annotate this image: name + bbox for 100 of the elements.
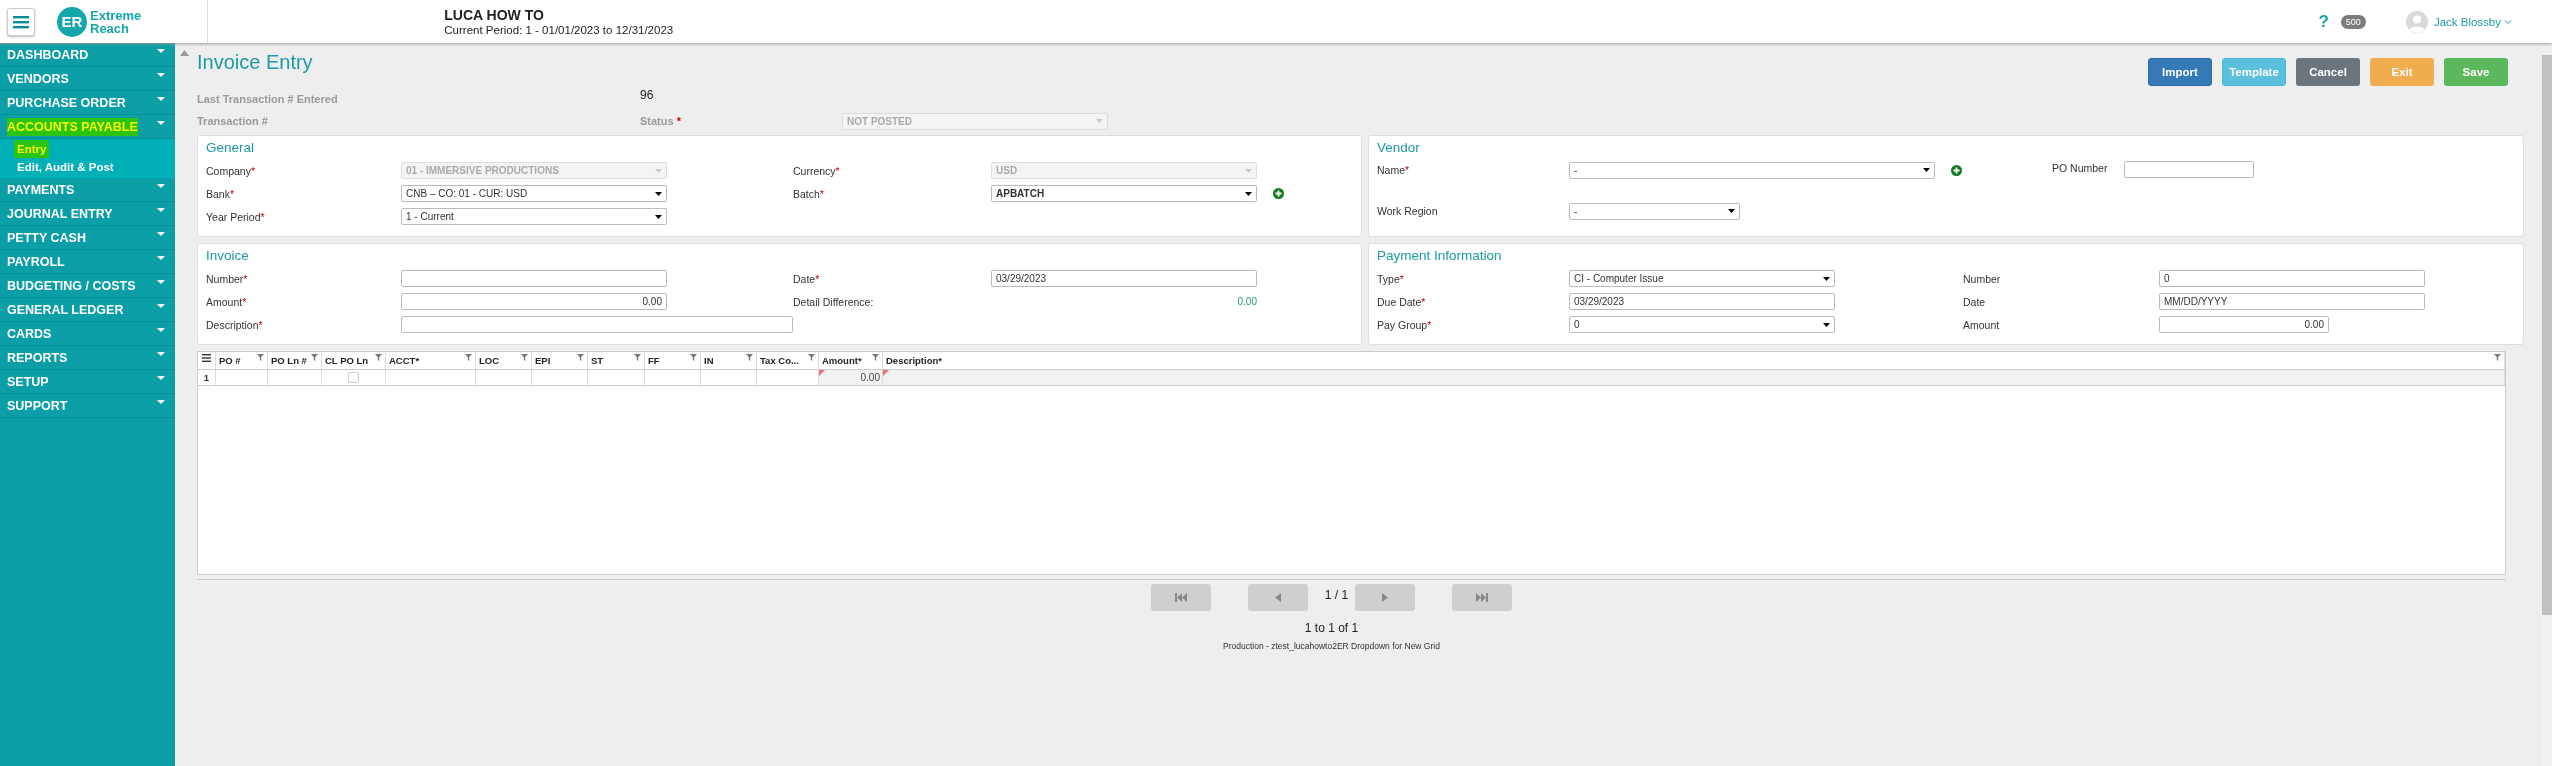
input-field[interactable]: 0.00 <box>2159 316 2329 333</box>
sidebar-item[interactable]: JOURNAL ENTRY <box>7 204 113 223</box>
column-header[interactable]: Amount* <box>819 352 883 369</box>
caret-icon <box>157 97 165 102</box>
column-header[interactable]: EPI <box>532 352 588 369</box>
sidebar-item[interactable]: SUPPORT <box>7 396 68 415</box>
filter-icon <box>690 354 697 361</box>
table-cell[interactable] <box>883 370 2505 385</box>
field-label: Transaction # <box>197 115 269 127</box>
column-header[interactable]: ST <box>588 352 645 369</box>
add-icon[interactable] <box>1273 188 1284 199</box>
menu-button[interactable] <box>7 7 35 36</box>
input-field[interactable] <box>2124 161 2254 178</box>
record-summary: 1 to 1 of 1 <box>1303 621 1360 635</box>
caret-icon <box>157 121 165 126</box>
sidebar-item[interactable]: PETTY CASH <box>7 228 86 247</box>
field-label: Date <box>1963 295 1987 308</box>
first-page-icon <box>1174 593 1187 602</box>
caret-icon <box>157 49 165 54</box>
caret-icon <box>157 328 165 333</box>
caret-icon <box>157 73 165 78</box>
action-button[interactable]: Cancel <box>2296 58 2360 86</box>
column-header[interactable]: PO # <box>216 352 268 369</box>
panel-title: Payment Information <box>1377 248 1503 263</box>
filter-icon <box>872 354 879 361</box>
sidebar-item[interactable]: DASHBOARD <box>7 45 89 64</box>
caret-icon <box>655 214 662 219</box>
filter-icon <box>311 354 318 361</box>
caret-icon <box>157 400 165 405</box>
caret-icon <box>1923 168 1930 172</box>
caret-icon <box>1823 276 1830 281</box>
sidebar-item[interactable]: PURCHASE ORDER <box>7 93 126 112</box>
column-header[interactable]: ACCT* <box>386 352 476 369</box>
input-field[interactable] <box>401 316 793 333</box>
input-field[interactable]: 03/29/2023 <box>1569 293 1835 310</box>
select-field[interactable]: 0 <box>1569 316 1835 333</box>
select-field[interactable]: CNB – CO: 01 - CUR: USD <box>401 185 667 202</box>
field-label: Date* <box>793 272 821 285</box>
input-field[interactable]: 0.00 <box>401 293 667 310</box>
filter-icon <box>521 354 528 361</box>
add-icon[interactable] <box>1951 164 1962 176</box>
avatar-icon <box>2405 10 2428 33</box>
sidebar-item[interactable]: SETUP <box>7 372 49 391</box>
filter-icon <box>577 354 584 361</box>
action-button[interactable]: Import <box>2148 58 2212 86</box>
caret-icon <box>157 184 165 189</box>
caret-icon <box>1728 209 1735 213</box>
input-field[interactable]: 0 <box>2159 270 2425 287</box>
field-label: Company* <box>206 164 257 177</box>
column-header[interactable]: CL PO Ln <box>322 352 386 369</box>
table-cell[interactable]: 0.00 <box>819 370 883 385</box>
caret-icon <box>157 280 165 285</box>
column-header[interactable]: LOC <box>476 352 532 369</box>
sidebar-item[interactable]: REPORTS <box>7 348 68 367</box>
field-label: Year Period* <box>206 210 266 223</box>
transaction-number: 96 <box>640 88 654 102</box>
sidebar-item[interactable]: PAYROLL <box>7 252 65 271</box>
select-field[interactable]: APBATCH <box>991 185 1257 202</box>
chevron-down-icon <box>2504 18 2512 25</box>
column-header[interactable]: Tax Co... <box>757 352 819 369</box>
select-field[interactable]: - <box>1569 161 1935 179</box>
caret-icon <box>1823 322 1830 327</box>
caret-icon <box>1245 191 1252 196</box>
page-title: Invoice Entry <box>197 51 313 74</box>
column-header[interactable]: FF <box>645 352 701 369</box>
page-indicator: 1 / 1 <box>1324 587 1349 602</box>
filter-icon <box>746 354 753 361</box>
scroll-up-icon[interactable] <box>180 50 189 56</box>
action-button[interactable]: Save <box>2444 58 2508 86</box>
current-period: Current Period: 1 - 01/01/2023 to 12/31/2023 <box>444 24 674 36</box>
input-field[interactable] <box>401 270 667 287</box>
field-label: Description* <box>206 318 264 331</box>
input-field[interactable]: 03/29/2023 <box>991 270 1257 287</box>
field-label: Currency* <box>793 164 841 177</box>
sidebar-subitem[interactable]: Edit, Audit & Post <box>14 158 117 176</box>
select-field[interactable]: CI - Computer Issue <box>1569 270 1835 287</box>
column-header[interactable]: PO Ln # <box>268 352 322 369</box>
field-label: Number* <box>206 272 249 285</box>
caret-icon <box>157 304 165 309</box>
sidebar-item[interactable]: CARDS <box>7 324 52 343</box>
sidebar-item[interactable]: BUDGETING / COSTS <box>7 276 136 295</box>
caret-icon <box>157 232 165 237</box>
panel-title: Vendor <box>1377 140 1421 155</box>
caret-icon <box>1096 119 1103 123</box>
help-link[interactable]: ? <box>2318 11 2329 32</box>
footer-text: Production - ztest_lucahowto2ER Dropdown for New Grid <box>1222 641 1441 651</box>
checkbox[interactable] <box>348 372 359 383</box>
input-field[interactable]: MM/DD/YYYY <box>2159 293 2425 310</box>
column-header[interactable]: IN <box>701 352 757 369</box>
sidebar-item[interactable]: VENDORS <box>7 69 69 88</box>
caret-icon <box>157 208 165 213</box>
sidebar-item[interactable]: PAYMENTS <box>7 180 75 199</box>
user-menu[interactable]: Jack Blossby <box>2433 15 2501 28</box>
logo-mark: ER <box>57 6 87 37</box>
select-field[interactable]: 1 - Current <box>401 208 667 225</box>
sidebar-item[interactable]: GENERAL LEDGER <box>7 300 124 319</box>
last-page-icon <box>1476 593 1489 602</box>
logo-text: Extreme Reach <box>90 8 142 35</box>
select-field[interactable]: - <box>1569 202 1740 220</box>
column-header[interactable]: Description* <box>883 352 2505 369</box>
